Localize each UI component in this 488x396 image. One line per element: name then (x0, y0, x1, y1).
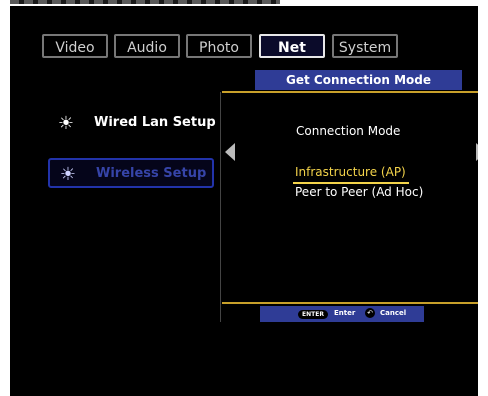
tv-screen: Video Audio Photo Net System Get Connect… (10, 6, 478, 396)
option-infrastructure[interactable]: Infrastructure (AP) (295, 165, 406, 179)
sidebar-item-label: Wired Lan Setup (94, 115, 216, 130)
enter-key-icon: ENTER (298, 310, 328, 319)
sun-icon: ☀ (57, 113, 75, 134)
sidebar-item-wireless-setup[interactable]: ☀ Wireless Setup (48, 158, 214, 188)
panel-top-divider (222, 91, 478, 93)
panel-bottom-divider (222, 302, 478, 304)
right-arrow-icon[interactable] (476, 143, 478, 161)
cancel-hint-label: Cancel (380, 309, 407, 317)
tab-audio[interactable]: Audio (114, 34, 180, 58)
sun-icon: ☀ (59, 164, 77, 185)
tab-video[interactable]: Video (42, 34, 108, 58)
return-arrow-icon: ↶ (365, 308, 375, 318)
left-arrow-icon[interactable] (225, 143, 235, 161)
sidebar-item-label: Wireless Setup (96, 166, 207, 181)
submenu-title: Get Connection Mode (255, 70, 462, 90)
selection-underline (293, 182, 409, 184)
tab-system[interactable]: System (332, 34, 398, 58)
tab-photo[interactable]: Photo (186, 34, 252, 58)
tab-net[interactable]: Net (259, 34, 325, 58)
sidebar-item-wired-lan-setup[interactable]: ☀ Wired Lan Setup (48, 109, 216, 139)
panel-vertical-divider (220, 92, 221, 322)
connection-mode-title: Connection Mode (296, 124, 401, 138)
top-dashed-decoration (10, 0, 280, 4)
footer-hint-bar: ENTER Enter ↶ Cancel (260, 306, 424, 322)
enter-hint-label: Enter (334, 309, 356, 317)
option-peer-to-peer[interactable]: Peer to Peer (Ad Hoc) (295, 185, 423, 199)
